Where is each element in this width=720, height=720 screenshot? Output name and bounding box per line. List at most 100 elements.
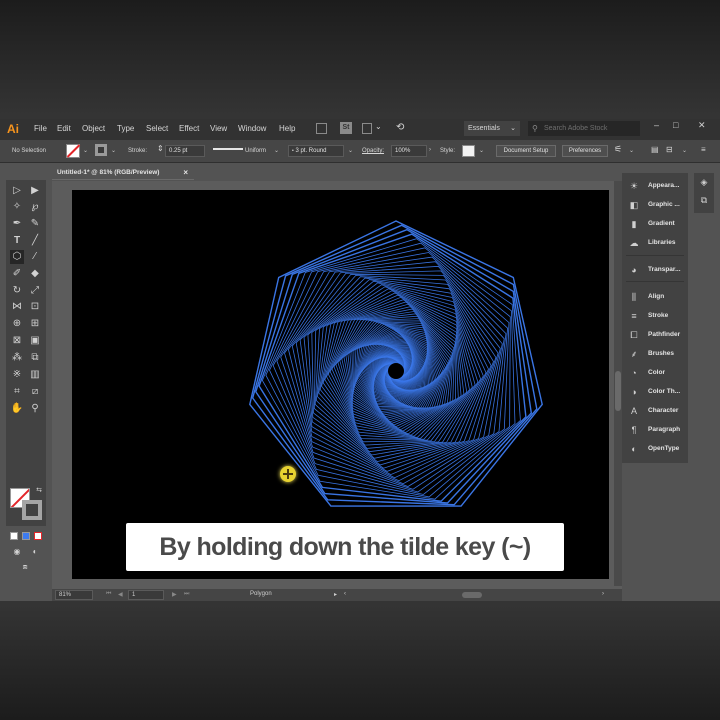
draw-mode-icon[interactable]: ◉ <box>10 545 24 559</box>
panel-align[interactable]: ⫼ Align <box>622 288 688 307</box>
draw-behind-icon[interactable]: ◐ <box>28 545 42 559</box>
panel-pathfinder[interactable]: ⧠ Pathfinder <box>622 326 688 345</box>
more-options-icon[interactable]: ≡ <box>701 145 706 154</box>
panel-graphic-styles[interactable]: ◧ Graphic ... <box>622 196 688 215</box>
panel-brushes[interactable]: ⸙ Brushes <box>622 345 688 364</box>
column-graph-tool-icon[interactable]: ▥ <box>28 368 42 382</box>
panel-transparency[interactable]: ◕ Transpar... <box>622 261 688 280</box>
color-mode-icon[interactable] <box>10 532 18 540</box>
zoom-field[interactable]: 81% <box>55 590 93 600</box>
stroke-swatch[interactable] <box>95 144 107 156</box>
panel-appearance[interactable]: ☀ Appeara... <box>622 177 688 196</box>
panel-opentype[interactable]: ◐ OpenType <box>622 440 688 459</box>
swap-fill-stroke-icon[interactable]: ⇆ <box>32 484 46 498</box>
panel-character[interactable]: A Character <box>622 402 688 421</box>
panel-libraries[interactable]: ☁ Libraries <box>622 234 688 253</box>
polygon-rose-artwork[interactable] <box>72 190 609 579</box>
scroll-left-icon[interactable]: ‹ <box>344 591 346 597</box>
panel-gradient[interactable]: ▮ Gradient <box>622 215 688 234</box>
opacity-field[interactable]: 100% <box>391 145 427 157</box>
type-tool-icon[interactable]: T <box>10 234 24 248</box>
shape-builder-tool-icon[interactable]: ⊕ <box>10 317 24 331</box>
gradient-mode-icon[interactable] <box>22 532 30 540</box>
artboards-icon[interactable]: ⧉ <box>699 195 709 205</box>
panel-color[interactable]: ◔ Color <box>622 364 688 383</box>
width-tool-icon[interactable]: ⋈ <box>10 300 24 314</box>
bridge-icon[interactable] <box>316 123 327 134</box>
scale-tool-icon[interactable]: ⤢ <box>28 284 42 298</box>
magic-wand-tool-icon[interactable]: ✧ <box>10 200 24 214</box>
stroke-color-icon[interactable] <box>22 500 42 520</box>
minimize-icon[interactable]: – <box>654 120 659 130</box>
panel-color-theme[interactable]: ◑ Color Th... <box>622 383 688 402</box>
hand-tool-icon[interactable]: ✋ <box>10 402 24 416</box>
menu-object[interactable]: Object <box>82 124 105 133</box>
stroke-profile[interactable]: Uniform <box>245 148 266 154</box>
symbol-sprayer-tool-icon[interactable]: ※ <box>10 368 24 382</box>
arrange-documents-icon[interactable] <box>362 123 372 134</box>
current-tool-status[interactable]: Polygon <box>250 591 272 597</box>
eraser-tool-icon[interactable]: ◆ <box>28 267 42 281</box>
selection-tool-icon[interactable]: ▷ <box>10 184 24 198</box>
fill-none-swatch[interactable] <box>66 144 80 158</box>
zoom-tool-icon[interactable]: ⚲ <box>28 402 42 416</box>
mesh-tool-icon[interactable]: ⊠ <box>10 334 24 348</box>
stroke-weight-field[interactable]: 0.25 pt <box>165 145 205 157</box>
none-mode-icon[interactable] <box>34 532 42 540</box>
opacity-label[interactable]: Opacity: <box>362 148 384 154</box>
artboard-number-field[interactable]: 1 <box>128 590 164 600</box>
close-icon[interactable]: × <box>183 166 188 180</box>
arrange-icon[interactable]: ⚟ <box>614 144 622 155</box>
status-menu-icon[interactable]: ▸ <box>334 591 337 598</box>
brush-definition[interactable]: • 3 pt. Round <box>288 145 344 157</box>
perspective-grid-tool-icon[interactable]: ⊞ <box>28 317 42 331</box>
chevron-down-icon[interactable]: ⌄ <box>629 147 634 154</box>
chevron-right-icon[interactable]: › <box>429 147 431 153</box>
slice-tool-icon[interactable]: ⧄ <box>28 385 42 399</box>
scroll-right-icon[interactable]: › <box>602 591 604 597</box>
free-transform-tool-icon[interactable]: ⊡ <box>28 300 42 314</box>
menu-type[interactable]: Type <box>117 124 134 133</box>
menu-edit[interactable]: Edit <box>57 124 71 133</box>
vertical-scrollbar[interactable] <box>614 181 622 586</box>
chevron-down-icon[interactable]: ⌄ <box>348 147 353 154</box>
blend-tool-icon[interactable]: ⧉ <box>28 351 42 365</box>
screen-mode-icon[interactable]: ⧈ <box>18 560 32 574</box>
close-icon[interactable]: ✕ <box>698 120 706 131</box>
stock-icon[interactable]: St <box>340 122 352 134</box>
chevron-down-icon[interactable]: ⌄ <box>83 147 88 154</box>
chevron-down-icon[interactable]: ⌄ <box>274 147 279 154</box>
menu-file[interactable]: File <box>34 124 47 133</box>
gpu-performance-icon[interactable]: ⟲ <box>396 122 404 133</box>
gradient-tool-icon[interactable]: ▣ <box>28 334 42 348</box>
document-tab[interactable]: Untitled-1* @ 81% (RGB/Preview) × <box>52 166 194 180</box>
direct-selection-tool-icon[interactable]: ▶ <box>28 184 42 198</box>
maximize-icon[interactable]: □ <box>673 120 678 130</box>
lasso-tool-icon[interactable]: ℘ <box>28 200 42 214</box>
workspace-switcher[interactable]: Essentials ⌄ <box>464 121 520 136</box>
menu-effect[interactable]: Effect <box>179 124 199 133</box>
layers-icon[interactable]: ◈ <box>699 177 709 187</box>
panel-menu-icon[interactable]: ⊟ <box>666 145 673 154</box>
chevron-down-icon[interactable]: ⌄ <box>375 122 382 131</box>
artboard[interactable] <box>72 190 609 579</box>
menu-select[interactable]: Select <box>146 124 168 133</box>
stroke-label[interactable]: Stroke: <box>128 148 147 154</box>
stepper-icon[interactable]: ⇕ <box>157 144 164 153</box>
eyedropper-tool-icon[interactable]: ⁂ <box>10 351 24 365</box>
graphic-style-swatch[interactable] <box>462 145 475 157</box>
vertical-scroll-thumb[interactable] <box>615 371 621 411</box>
pen-tool-icon[interactable]: ✒ <box>10 217 24 231</box>
horizontal-scroll-thumb[interactable] <box>462 592 482 598</box>
chevron-down-icon[interactable]: ⌄ <box>682 147 687 154</box>
line-tool-icon[interactable]: ╱ <box>28 234 42 248</box>
menu-help[interactable]: Help <box>279 124 295 133</box>
paintbrush-tool-icon[interactable]: ⁄ <box>28 250 42 264</box>
rotate-tool-icon[interactable]: ↻ <box>10 284 24 298</box>
curvature-tool-icon[interactable]: ✎ <box>28 217 42 231</box>
menu-window[interactable]: Window <box>238 124 266 133</box>
polygon-tool-icon[interactable]: ⬡ <box>10 250 24 264</box>
shaper-tool-icon[interactable]: ✐ <box>10 267 24 281</box>
next-artboard-icon[interactable]: ▶ <box>172 591 177 598</box>
last-artboard-icon[interactable]: ⏭ <box>184 591 189 598</box>
